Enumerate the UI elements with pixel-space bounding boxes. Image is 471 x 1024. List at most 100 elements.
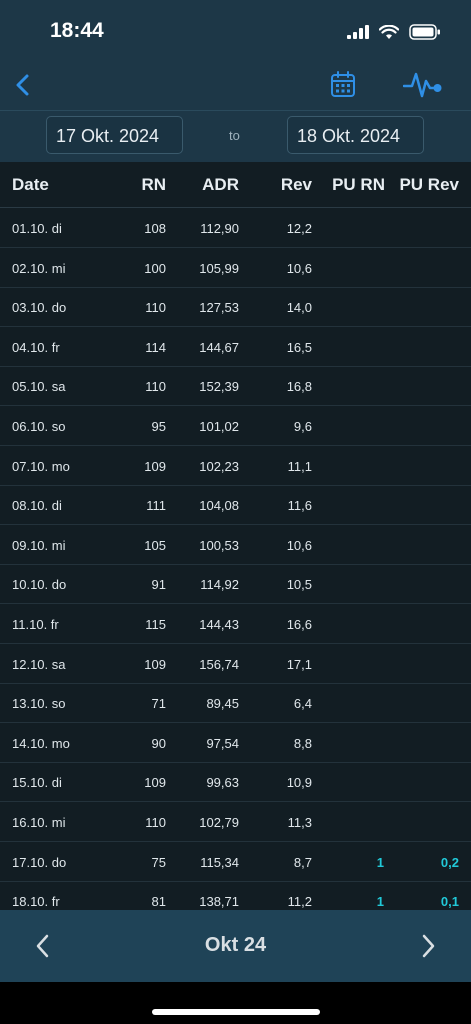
cell-rn: 91 bbox=[151, 577, 166, 592]
table-row[interactable]: 13.10. so 71 89,45 6,4 bbox=[0, 683, 471, 723]
cell-rn: 110 bbox=[145, 300, 166, 315]
date-separator: to bbox=[229, 128, 240, 143]
home-indicator[interactable] bbox=[152, 1009, 320, 1015]
column-header-pu-rn[interactable]: PU RN bbox=[332, 175, 385, 195]
cell-pu-rev: 0,2 bbox=[440, 855, 459, 870]
calendar-button[interactable] bbox=[330, 71, 356, 98]
cell-rev: 14,0 bbox=[286, 300, 312, 315]
cell-rev: 10,9 bbox=[286, 775, 312, 790]
table-row[interactable]: 01.10. di 108 112,90 12,2 bbox=[0, 208, 471, 248]
cell-rev: 16,5 bbox=[286, 340, 312, 355]
table-row[interactable]: 17.10. do 75 115,34 8,7 1 0,2 bbox=[0, 842, 471, 882]
cell-rn: 108 bbox=[144, 221, 166, 236]
table-body[interactable]: 01.10. di 108 112,90 12,2 02.10. mi 100 … bbox=[0, 208, 471, 910]
table-row[interactable]: 09.10. mi 105 100,53 10,6 bbox=[0, 525, 471, 565]
cell-rn: 110 bbox=[145, 815, 166, 830]
table-row[interactable]: 10.10. do 91 114,92 10,5 bbox=[0, 564, 471, 604]
cell-rev: 8,8 bbox=[293, 736, 312, 751]
wifi-icon bbox=[379, 24, 399, 39]
table-row[interactable]: 16.10. mi 110 102,79 11,3 bbox=[0, 802, 471, 842]
table-row[interactable]: 14.10. mo 90 97,54 8,8 bbox=[0, 723, 471, 763]
month-navigation-bar: Okt 24 bbox=[0, 910, 471, 982]
table-row[interactable]: 04.10. fr 114 144,67 16,5 bbox=[0, 327, 471, 367]
date-from-field[interactable]: 17 Okt. 2024 bbox=[46, 116, 183, 154]
status-icons bbox=[347, 22, 441, 42]
cell-rn: 114 bbox=[145, 340, 166, 355]
cell-adr: 156,74 bbox=[199, 657, 239, 672]
pulse-button[interactable] bbox=[402, 68, 443, 100]
cell-date: 11.10. fr bbox=[12, 617, 59, 632]
home-indicator-area bbox=[0, 982, 471, 1024]
cell-pu-rn: 1 bbox=[376, 855, 384, 870]
cell-rev: 16,8 bbox=[286, 379, 312, 394]
cell-date: 04.10. fr bbox=[12, 340, 60, 355]
back-button[interactable] bbox=[10, 68, 40, 102]
cell-adr: 144,43 bbox=[199, 617, 239, 632]
cell-pu-rn: 1 bbox=[376, 894, 384, 909]
cell-rev: 10,6 bbox=[286, 538, 312, 553]
cell-rn: 109 bbox=[144, 657, 166, 672]
cell-date: 17.10. do bbox=[12, 855, 67, 870]
cell-adr: 99,63 bbox=[206, 775, 239, 790]
table-row[interactable]: 08.10. di 111 104,08 11,6 bbox=[0, 485, 471, 525]
cell-rev: 11,3 bbox=[287, 815, 312, 830]
cell-rev: 10,5 bbox=[286, 577, 312, 592]
cell-rev: 17,1 bbox=[286, 657, 312, 672]
month-label: Okt 24 bbox=[204, 934, 267, 956]
table-row[interactable]: 05.10. sa 110 152,39 16,8 bbox=[0, 366, 471, 406]
cell-date: 14.10. mo bbox=[12, 736, 70, 751]
cell-adr: 100,53 bbox=[199, 538, 239, 553]
table-row[interactable]: 18.10. fr 81 138,71 11,2 1 0,1 bbox=[0, 881, 471, 910]
cell-rn: 111 bbox=[146, 498, 166, 513]
table-row[interactable]: 15.10. di 109 99,63 10,9 bbox=[0, 762, 471, 802]
cell-rev: 16,6 bbox=[286, 617, 312, 632]
column-header-rn[interactable]: RN bbox=[141, 175, 166, 195]
cell-date: 08.10. di bbox=[12, 498, 62, 513]
cell-rn: 109 bbox=[144, 459, 166, 474]
cell-rn: 90 bbox=[151, 736, 166, 751]
cell-date: 02.10. mi bbox=[12, 261, 66, 276]
cell-date: 15.10. di bbox=[12, 775, 62, 790]
cell-date: 05.10. sa bbox=[12, 379, 66, 394]
cell-adr: 144,67 bbox=[199, 340, 239, 355]
cell-date: 13.10. so bbox=[12, 696, 66, 711]
cell-rn: 110 bbox=[145, 379, 166, 394]
cell-rev: 11,2 bbox=[287, 894, 312, 909]
column-header-pu-rev[interactable]: PU Rev bbox=[399, 175, 459, 195]
column-header-rev[interactable]: Rev bbox=[281, 175, 312, 195]
cell-adr: 114,92 bbox=[200, 577, 239, 592]
date-to-field[interactable]: 18 Okt. 2024 bbox=[287, 116, 424, 154]
cell-rev: 11,6 bbox=[287, 498, 312, 513]
cell-date: 07.10. mo bbox=[12, 459, 70, 474]
cell-rn: 71 bbox=[151, 696, 166, 711]
cell-date: 06.10. so bbox=[12, 419, 66, 434]
table-header: Date RN ADR Rev PU RN PU Rev bbox=[0, 162, 471, 208]
pulse-icon bbox=[402, 72, 442, 98]
cell-adr: 112,90 bbox=[200, 221, 239, 236]
cell-rev: 11,1 bbox=[287, 459, 312, 474]
chevron-left-icon bbox=[16, 74, 29, 96]
chevron-right-icon bbox=[422, 934, 435, 958]
table-row[interactable]: 12.10. sa 109 156,74 17,1 bbox=[0, 644, 471, 684]
table-row[interactable]: 07.10. mo 109 102,23 11,1 bbox=[0, 446, 471, 486]
cell-rn: 95 bbox=[151, 419, 166, 434]
cell-adr: 102,23 bbox=[199, 459, 239, 474]
cell-rev: 12,2 bbox=[286, 221, 312, 236]
cell-rn: 105 bbox=[144, 538, 166, 553]
signal-icon bbox=[347, 25, 369, 39]
column-header-adr[interactable]: ADR bbox=[202, 175, 239, 195]
cell-date: 12.10. sa bbox=[12, 657, 66, 672]
cell-rn: 81 bbox=[151, 894, 166, 909]
table-row[interactable]: 11.10. fr 115 144,43 16,6 bbox=[0, 604, 471, 644]
cell-adr: 127,53 bbox=[199, 300, 239, 315]
table-row[interactable]: 06.10. so 95 101,02 9,6 bbox=[0, 406, 471, 446]
cell-adr: 115,34 bbox=[200, 855, 239, 870]
table-row[interactable]: 02.10. mi 100 105,99 10,6 bbox=[0, 248, 471, 288]
cell-date: 18.10. fr bbox=[12, 894, 60, 909]
cell-adr: 104,08 bbox=[199, 498, 239, 513]
next-month-button[interactable] bbox=[415, 930, 441, 962]
table-row[interactable]: 03.10. do 110 127,53 14,0 bbox=[0, 287, 471, 327]
nav-bar bbox=[0, 60, 471, 110]
column-header-date[interactable]: Date bbox=[12, 175, 49, 195]
cell-adr: 152,39 bbox=[199, 379, 239, 394]
